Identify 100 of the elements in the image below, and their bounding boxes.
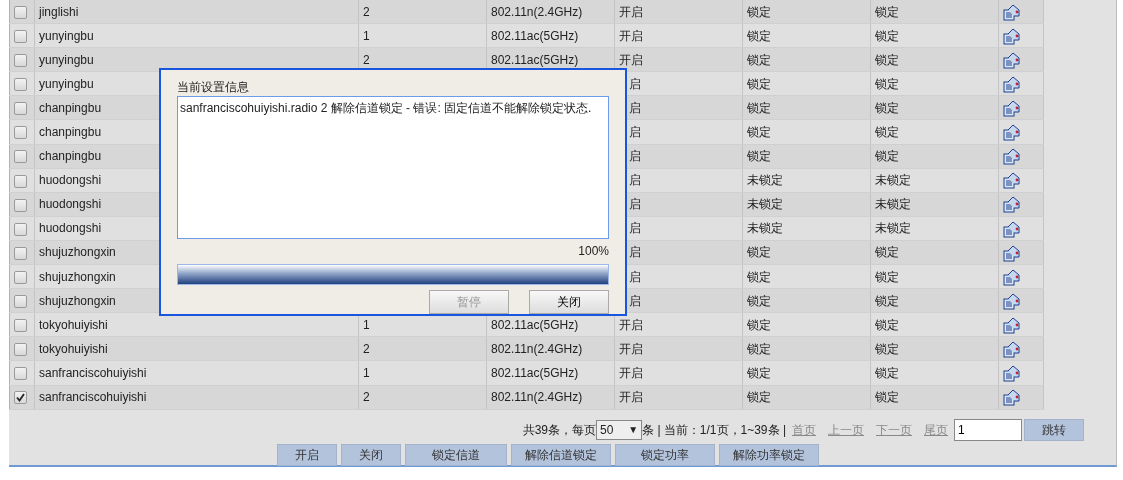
- checkbox[interactable]: [14, 174, 27, 188]
- config-icon[interactable]: [1003, 148, 1020, 166]
- checkbox[interactable]: [14, 78, 27, 92]
- table-cell: 未锁定: [747, 221, 783, 236]
- table-cell: 锁定: [875, 125, 899, 139]
- config-icon[interactable]: [1003, 124, 1020, 142]
- table-cell: 锁定: [875, 317, 899, 332]
- checkbox[interactable]: [14, 5, 27, 19]
- checkbox[interactable]: [14, 54, 27, 68]
- config-icon[interactable]: [1003, 316, 1020, 334]
- table-cell: 锁定: [875, 293, 899, 308]
- checkbox[interactable]: [14, 295, 27, 308]
- table-cell: 锁定: [875, 365, 899, 380]
- table-cell: 锁定: [747, 390, 771, 405]
- checkbox[interactable]: [14, 319, 27, 333]
- table-cell: yunyingbu: [39, 28, 94, 43]
- action-button[interactable]: 解除信道锁定: [511, 443, 611, 466]
- action-button[interactable]: 解除功率锁定: [719, 443, 819, 466]
- config-icon[interactable]: [1003, 76, 1020, 93]
- table-cell: 锁定: [747, 269, 771, 284]
- table-cell: 锁定: [875, 4, 899, 19]
- close-button[interactable]: 关闭: [529, 290, 609, 314]
- table-cell: 未锁定: [875, 197, 911, 212]
- checkbox[interactable]: [14, 126, 27, 140]
- table-cell: 锁定: [747, 317, 771, 332]
- table-cell: 锁定: [747, 125, 771, 139]
- table-cell: 2: [363, 390, 370, 405]
- checkbox[interactable]: [14, 367, 27, 381]
- checkbox[interactable]: [14, 246, 27, 260]
- table-cell: 锁定: [747, 100, 771, 115]
- config-icon[interactable]: [1003, 244, 1020, 262]
- table-cell: 锁定: [747, 293, 771, 308]
- checkbox[interactable]: [14, 29, 27, 43]
- config-icon[interactable]: [1003, 341, 1020, 358]
- config-icon[interactable]: [1003, 3, 1020, 21]
- table-cell: 锁定: [747, 28, 771, 43]
- config-icon[interactable]: [1003, 100, 1020, 118]
- table-cell: 1: [363, 317, 370, 332]
- config-icon[interactable]: [1003, 365, 1020, 383]
- table-cell: 2: [363, 341, 370, 356]
- table-cell: huodongshi: [39, 221, 102, 236]
- table-cell: 锁定: [875, 269, 899, 284]
- message-box: sanfranciscohuiyishi.radio 2 解除信道锁定 - 错误: 固定信道不能解除锁定状态.: [177, 96, 609, 239]
- table-cell: 未锁定: [875, 173, 911, 188]
- checkbox[interactable]: [14, 391, 27, 405]
- action-button[interactable]: 锁定信道: [405, 443, 507, 466]
- config-icon[interactable]: [1003, 220, 1020, 238]
- table-cell: sanfranciscohuiyishi: [39, 365, 147, 380]
- table-cell: 开启: [619, 365, 643, 380]
- table-cell: chanpingbu: [39, 100, 102, 115]
- table-cell: sanfranciscohuiyishi: [39, 390, 147, 405]
- table-cell: tokyohuiyishi: [39, 341, 108, 356]
- table-cell-text: 启: [628, 293, 641, 308]
- pagination-text: 共39条，每页: [522, 421, 597, 439]
- table-cell: 开启: [619, 390, 643, 405]
- table-cell: 锁定: [875, 341, 899, 356]
- table-cell: huodongshi: [39, 197, 102, 212]
- table-cell: 锁定: [875, 52, 899, 67]
- page-input[interactable]: 1: [954, 418, 1022, 441]
- table-cell: 锁定: [875, 28, 899, 43]
- table-cell: chanpingbu: [39, 149, 102, 164]
- caret-icon: ▼: [628, 422, 639, 438]
- config-icon[interactable]: [1003, 389, 1020, 407]
- action-button[interactable]: 开启: [277, 443, 337, 466]
- action-button[interactable]: 锁定功率: [615, 443, 715, 466]
- config-icon[interactable]: [1003, 51, 1020, 69]
- table-cell: 802.11ac(5GHz): [491, 52, 579, 67]
- table-cell-text: 启: [628, 100, 641, 115]
- go-button[interactable]: 跳转: [1024, 418, 1084, 441]
- table-cell: 802.11ac(5GHz): [491, 365, 579, 380]
- config-icon[interactable]: [1003, 196, 1020, 214]
- checkbox[interactable]: [14, 343, 27, 357]
- table-cell-text: 启: [628, 125, 641, 139]
- table-cell: shujuzhongxin: [39, 293, 116, 308]
- table-cell: shujuzhongxin: [39, 269, 116, 284]
- table-cell: 2: [363, 52, 370, 67]
- checkbox[interactable]: [14, 270, 27, 284]
- table-cell: tokyohuiyishi: [39, 317, 108, 332]
- checkbox[interactable]: [14, 150, 27, 164]
- config-icon[interactable]: [1003, 268, 1020, 286]
- checkbox[interactable]: [14, 102, 27, 116]
- table-cell: 锁定: [747, 149, 771, 164]
- table-cell: 开启: [619, 317, 643, 332]
- config-icon[interactable]: [1003, 27, 1020, 45]
- table-cell: 锁定: [747, 4, 771, 19]
- table-cell: 802.11n(2.4GHz): [491, 390, 583, 405]
- table-cell: 未锁定: [747, 197, 783, 212]
- table-cell: 未锁定: [747, 173, 783, 188]
- table-cell: 开启: [619, 4, 643, 19]
- dialog-label: 当前设置信息: [177, 79, 250, 96]
- table-cell-text: 启: [628, 269, 641, 284]
- table-cell: 锁定: [875, 76, 899, 91]
- page-size-select[interactable]: 50 ▼: [596, 419, 643, 440]
- config-icon[interactable]: [1003, 172, 1020, 190]
- pagination-text: 条 | 当前：1/1页，1~39条 |: [642, 421, 786, 439]
- config-icon[interactable]: [1003, 292, 1020, 310]
- checkbox[interactable]: [14, 198, 27, 212]
- action-button[interactable]: 关闭: [341, 443, 401, 466]
- checkbox[interactable]: [14, 222, 27, 236]
- table-cell: 锁定: [747, 76, 771, 91]
